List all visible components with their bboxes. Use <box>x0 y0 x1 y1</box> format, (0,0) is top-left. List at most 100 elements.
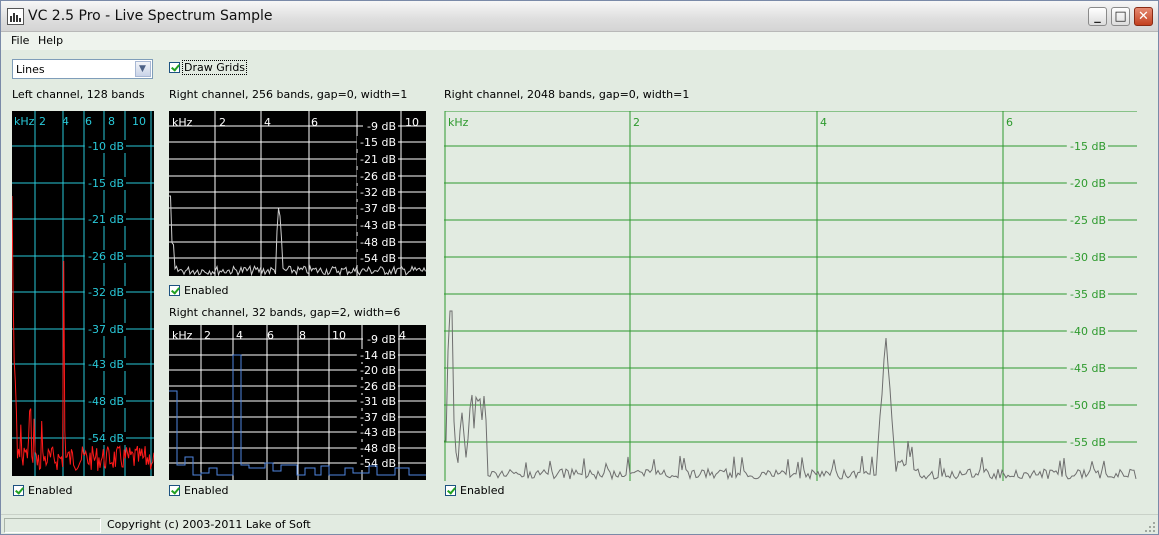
db-tick-label: -37 dB <box>360 411 396 424</box>
freq-tick-label: 4 <box>236 329 243 342</box>
db-tick-label: -37 dB <box>360 202 396 215</box>
minimize-button[interactable]: _ <box>1088 7 1107 26</box>
freq-tick-label: 6 <box>1006 116 1013 129</box>
db-tick-label: -21 dB <box>360 153 396 166</box>
status-bar: Copyright (c) 2003-2011 Lake of Soft <box>1 514 1158 534</box>
mid-top-enabled-checkbox[interactable] <box>169 285 180 296</box>
maximize-icon: □ <box>1114 9 1127 24</box>
freq-tick-label: 10 <box>332 329 346 342</box>
db-tick-label: -26 dB <box>88 250 124 263</box>
db-tick-label: -40 dB <box>1070 325 1106 338</box>
freq-tick-label: 2 <box>633 116 640 129</box>
freq-tick-label: 6 <box>85 115 92 128</box>
chevron-down-icon: ▼ <box>139 64 146 74</box>
freq-tick-label: 4 <box>264 116 271 129</box>
mid-bottom-enabled-checkbox[interactable] <box>169 485 180 496</box>
freq-tick-label: 4 <box>399 329 406 342</box>
right-spectrum-panel: kHz 2 4 6 -15 dB -20 dB -25 dB -30 dB -35 dB -40 … <box>444 111 1137 481</box>
freq-tick-label: kHz <box>448 116 469 129</box>
menu-file[interactable]: File <box>11 34 29 47</box>
mid-bottom-enabled-label[interactable]: Enabled <box>184 484 228 497</box>
window-title: VC 2.5 Pro - Live Spectrum Sample <box>28 8 273 24</box>
mid-bottom-spectrum-panel: kHz 2 4 6 8 10 4 -9 dB -14 dB -20 dB -26 dB -31 dB -… <box>169 325 426 480</box>
db-tick-label: -30 dB <box>1070 251 1106 264</box>
db-tick-label: -55 dB <box>1070 436 1106 449</box>
left-spectrum-panel: kHz 2 4 6 8 10 -10 dB -15 dB -21 dB -26 dB -32 dB -… <box>12 111 154 476</box>
db-tick-label: -15 dB <box>1070 140 1106 153</box>
db-tick-label: -35 dB <box>1070 288 1106 301</box>
spectrum-trace <box>444 310 1137 481</box>
close-icon: ✕ <box>1138 9 1149 24</box>
dropdown-button[interactable]: ▼ <box>135 61 151 77</box>
db-tick-label: -45 dB <box>1070 362 1106 375</box>
right-panel-caption: Right channel, 2048 bands, gap=0, width=… <box>444 88 690 101</box>
left-spectrum-graph: kHz 2 4 6 8 10 -10 dB -15 dB -21 dB -26 dB -32 dB -… <box>12 111 154 476</box>
freq-tick-label: 8 <box>299 329 306 342</box>
menu-bar: File Help <box>1 32 1158 50</box>
right-spectrum-graph: kHz 2 4 6 -15 dB -20 dB -25 dB -30 dB -35 dB -40 … <box>444 111 1137 481</box>
right-enabled-label[interactable]: Enabled <box>460 484 504 497</box>
db-tick-label: -48 dB <box>360 442 396 455</box>
menu-help[interactable]: Help <box>38 34 63 47</box>
db-tick-label: -25 dB <box>1070 214 1106 227</box>
draw-grids-checkbox[interactable] <box>169 62 180 73</box>
left-enabled-checkbox[interactable] <box>13 485 24 496</box>
mid-top-enabled-label[interactable]: Enabled <box>184 284 228 297</box>
right-enabled-checkbox[interactable] <box>445 485 456 496</box>
mid-top-spectrum-graph: kHz 2 4 6 10 -9 dB -15 dB -21 dB -26 dB -32 dB -37… <box>169 111 426 276</box>
db-tick-label: -43 dB <box>360 426 396 439</box>
mid-bottom-panel-caption: Right channel, 32 bands, gap=2, width=6 <box>169 306 401 319</box>
app-icon[interactable] <box>7 8 24 25</box>
freq-tick-label: 2 <box>219 116 226 129</box>
db-tick-label: -15 dB <box>88 177 124 190</box>
freq-tick-label: kHz <box>172 329 193 342</box>
db-tick-label: -43 dB <box>360 219 396 232</box>
mid-top-panel-caption: Right channel, 256 bands, gap=0, width=1 <box>169 88 408 101</box>
status-panel-empty <box>4 518 101 533</box>
db-tick-label: -48 dB <box>88 395 124 408</box>
freq-tick-label: 2 <box>204 329 211 342</box>
resize-grip-icon[interactable] <box>1144 521 1156 533</box>
db-tick-label: -26 dB <box>360 380 396 393</box>
maximize-button[interactable]: □ <box>1111 7 1130 26</box>
db-tick-label: -54 dB <box>88 432 124 445</box>
status-copyright: Copyright (c) 2003-2011 Lake of Soft <box>107 518 311 531</box>
db-tick-label: -20 dB <box>360 364 396 377</box>
spectrum-trace <box>12 195 154 472</box>
db-tick-label: -21 dB <box>88 213 124 226</box>
db-tick-label: -9 dB <box>367 120 396 133</box>
db-tick-label: -10 dB <box>88 140 124 153</box>
db-tick-label: -20 dB <box>1070 177 1106 190</box>
freq-tick-label: 4 <box>820 116 827 129</box>
freq-tick-label: kHz <box>172 116 193 129</box>
db-tick-label: -14 dB <box>360 349 396 362</box>
left-panel-caption: Left channel, 128 bands <box>12 88 145 101</box>
draw-grids-label[interactable]: Draw Grids <box>181 60 248 75</box>
freq-tick-label: kHz <box>14 115 35 128</box>
db-tick-label: -32 dB <box>88 286 124 299</box>
minimize-icon: _ <box>1094 9 1101 24</box>
display-mode-select[interactable]: Lines ▼ <box>12 59 153 79</box>
freq-tick-label: 10 <box>132 115 146 128</box>
mid-top-spectrum-panel: kHz 2 4 6 10 -9 dB -15 dB -21 dB -26 dB -32 dB -37… <box>169 111 426 276</box>
freq-tick-label: 8 <box>108 115 115 128</box>
freq-tick-label: 6 <box>267 329 274 342</box>
db-tick-label: -26 dB <box>360 170 396 183</box>
db-tick-label: -48 dB <box>360 236 396 249</box>
db-tick-label: -9 dB <box>367 333 396 346</box>
db-tick-label: -54 dB <box>360 252 396 265</box>
db-tick-label: -54 dB <box>360 457 396 470</box>
freq-tick-label: 4 <box>62 115 69 128</box>
title-bar[interactable]: VC 2.5 Pro - Live Spectrum Sample _ □ ✕ <box>1 1 1158 32</box>
db-tick-label: -31 dB <box>360 395 396 408</box>
close-button[interactable]: ✕ <box>1134 7 1153 26</box>
db-tick-label: -32 dB <box>360 186 396 199</box>
display-mode-value: Lines <box>16 63 45 76</box>
db-tick-label: -43 dB <box>88 358 124 371</box>
mid-bottom-spectrum-graph: kHz 2 4 6 8 10 4-9 dB-14 dB-20 dB-26 dB-31 dB-… <box>169 325 426 480</box>
db-tick-label: -37 dB <box>88 323 124 336</box>
db-tick-label: -50 dB <box>1070 399 1106 412</box>
left-enabled-label[interactable]: Enabled <box>28 484 72 497</box>
app-window: VC 2.5 Pro - Live Spectrum Sample _ □ ✕ … <box>0 0 1159 535</box>
freq-tick-label: 10 <box>405 116 419 129</box>
